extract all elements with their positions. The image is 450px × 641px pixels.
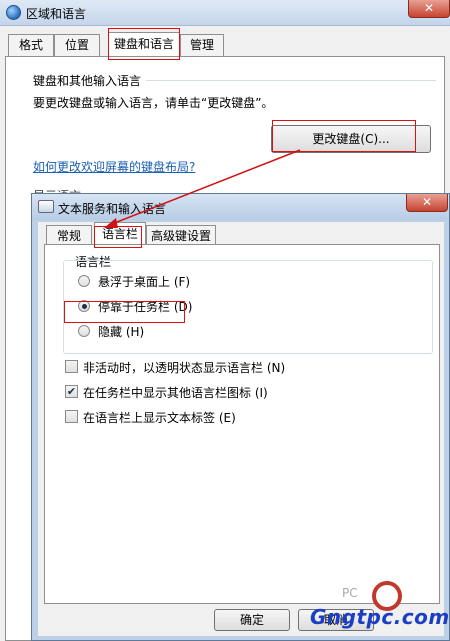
watermark-site: Gngtpc.com: [310, 605, 450, 629]
annotation-arrow: [104, 149, 301, 228]
watermark-pc: PC: [342, 586, 358, 600]
